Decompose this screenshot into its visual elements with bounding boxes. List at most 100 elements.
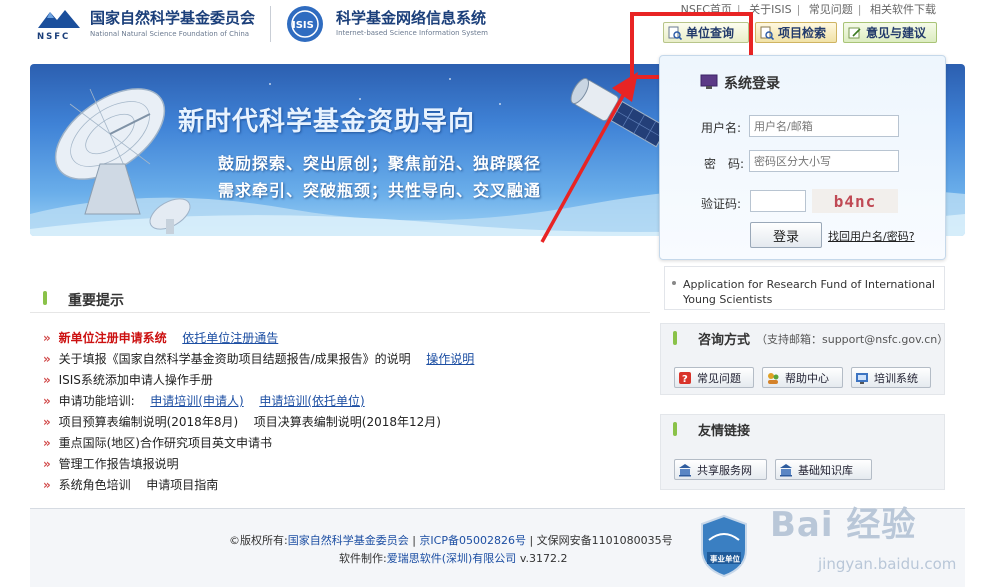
final-accounts-instructions-link[interactable]: 项目决算表编制说明(2018年12月) (254, 415, 441, 429)
consult-email: （支持邮箱：support@nsfc.gov.cn） (756, 333, 949, 346)
help-people-icon (768, 372, 779, 384)
operation-guide-link[interactable]: 操作说明 (426, 352, 474, 366)
role-training-link[interactable]: 系统角色培训 (59, 478, 131, 492)
notice-item: » 管理工作报告填报说明 (43, 455, 179, 472)
arrow-bullet-icon: » (43, 373, 51, 387)
header-divider (270, 6, 271, 42)
footer-copyright: ©版权所有:国家自然科学基金委员会 | 京ICP备05002826号 | 文保网… (229, 534, 673, 547)
notice-item: » 系统角色培训 申请项目指南 (43, 476, 218, 493)
shared-service-label: 共享服务网 (697, 463, 752, 477)
baidu-watermark: Bai 经验 (770, 505, 917, 545)
nsfc-logo: NSFC (36, 10, 82, 42)
arrow-bullet-icon: » (43, 457, 51, 471)
footer-owner-link[interactable]: 国家自然科学基金委员会 (288, 534, 409, 547)
isis-logo-text: ISIS (292, 20, 314, 31)
isis-name-en: Internet-based Science Information Syste… (336, 29, 488, 37)
nsfc-name: 国家自然科学基金委员会 (90, 9, 256, 27)
add-applicant-manual-link[interactable]: ISIS系统添加申请人操作手册 (59, 373, 213, 387)
training-icon (856, 372, 868, 384)
feedback-label: 意见与建议 (866, 26, 927, 40)
question-icon: ? (679, 371, 691, 385)
login-title: 系统登录 (724, 76, 780, 92)
captcha-input[interactable] (750, 190, 806, 212)
banner-slogan-line2: 需求牵引、突破瓶颈；共性导向、交叉融通 (218, 181, 542, 200)
building-icon (780, 463, 792, 476)
footer-maker-link[interactable]: 爱瑞思软件(深圳)有限公司 (387, 552, 517, 565)
arrow-bullet-icon: » (43, 394, 51, 408)
unit-training-link[interactable]: 申请培训(依托单位) (259, 394, 364, 408)
international-cooperation-link[interactable]: 重点国际(地区)合作研究项目英文申请书 (59, 436, 272, 450)
project-guide-link[interactable]: 申请项目指南 (146, 478, 218, 492)
friend-links-title: 友情链接 (698, 424, 751, 439)
training-system-button[interactable]: 培训系统 (851, 367, 931, 388)
edit-note-icon (848, 27, 861, 38)
captcha-image[interactable]: b4nc (812, 189, 898, 213)
notice-item: » 关于填报《国家自然科学基金资助项目结题报告/成果报告》的说明 操作说明 (43, 350, 474, 367)
new-unit-registration-link[interactable]: 新单位注册申请系统 (59, 331, 167, 345)
annotation-arrow-icon (540, 72, 638, 243)
project-search-label: 项目检索 (778, 26, 827, 40)
banner-slogan-line1: 鼓励探索、突出原创；聚焦前沿、独辟蹊径 (218, 154, 542, 173)
faq-button[interactable]: ? 常见问题 (674, 367, 754, 388)
feedback-button[interactable]: 意见与建议 (843, 22, 937, 43)
arrow-bullet-icon: » (43, 436, 51, 450)
applicant-training-link[interactable]: 申请培训(申请人) (150, 394, 243, 408)
svg-text:?: ? (682, 374, 688, 385)
arrow-bullet-icon: » (43, 415, 51, 429)
help-center-button[interactable]: 帮助中心 (762, 367, 843, 388)
badge-label: 事业单位 (710, 554, 740, 564)
login-monitor-icon (700, 74, 718, 89)
shared-service-button[interactable]: 共享服务网 (674, 459, 767, 480)
top-link-separator: | (857, 3, 862, 16)
management-report-link[interactable]: 管理工作报告填报说明 (59, 457, 179, 471)
consult-title: 咨询方式 (698, 333, 751, 348)
satellite-dish-icon (54, 88, 166, 215)
help-center-label: 帮助中心 (785, 371, 829, 385)
isis-logo: ISIS (287, 6, 323, 42)
section-marker (673, 331, 677, 345)
young-scientists-link[interactable]: Application for Research Fund of Interna… (683, 277, 938, 307)
nsfc-name-en: National Natural Science Foundation of C… (90, 30, 250, 38)
knowledge-base-button[interactable]: 基础知识库 (775, 459, 872, 480)
training-system-label: 培训系统 (874, 371, 918, 385)
baidu-watermark-url: jingyan.baidu.com (818, 555, 957, 573)
banner-title: 新时代科学基金资助导向 (178, 107, 476, 137)
training-label: 申请功能培训: (58, 394, 135, 408)
notice-item: » 项目预算表编制说明(2018年8月) 项目决算表编制说明(2018年12月) (43, 413, 441, 430)
magnifier-document-icon (760, 26, 774, 40)
project-search-button[interactable]: 项目检索 (755, 22, 837, 43)
notices-title: 重要提示 (68, 293, 124, 309)
login-button[interactable]: 登录 (750, 222, 822, 248)
public-institution-badge-icon[interactable]: 事业单位 (699, 514, 749, 578)
captcha-label: 验证码: (701, 197, 742, 211)
bullet-dot (672, 281, 676, 285)
captcha-image-text: b4nc (833, 191, 877, 211)
password-input[interactable] (749, 150, 899, 172)
arrow-bullet-icon: » (43, 331, 51, 345)
top-link-separator: | (796, 3, 801, 16)
forgot-credentials-link[interactable]: 找回用户名/密码? (828, 228, 915, 244)
building-icon (679, 463, 691, 476)
footer-police: 文保网安备1101080035号 (536, 534, 673, 547)
top-link-about-isis[interactable]: 关于ISIS (749, 3, 791, 16)
top-link-software-download[interactable]: 相关软件下载 (870, 3, 936, 16)
knowledge-base-label: 基础知识库 (798, 463, 853, 477)
username-input[interactable] (749, 115, 899, 137)
isis-name: 科学基金网络信息系统 (336, 9, 487, 27)
unit-registration-notice-link[interactable]: 依托单位注册通告 (182, 331, 278, 345)
arrow-bullet-icon: » (43, 352, 51, 366)
footer-version: v.3172.2 (519, 552, 568, 565)
budget-instructions-link[interactable]: 项目预算表编制说明(2018年8月) (59, 415, 239, 429)
faq-label: 常见问题 (697, 371, 741, 385)
top-link-faq[interactable]: 常见问题 (809, 3, 853, 16)
report-instructions-link[interactable]: 关于填报《国家自然科学基金资助项目结题报告/成果报告》的说明 (59, 352, 411, 366)
divider (30, 312, 650, 313)
username-label: 用户名: (701, 121, 742, 135)
footer-icp-link[interactable]: 京ICP备05002826号 (419, 534, 526, 547)
notice-item: » ISIS系统添加申请人操作手册 (43, 371, 213, 388)
notice-item: » 重点国际(地区)合作研究项目英文申请书 (43, 434, 272, 451)
footer-maker: 软件制作:爱瑞思软件(深圳)有限公司 v.3172.2 (339, 552, 568, 565)
arrow-bullet-icon: » (43, 478, 51, 492)
password-label: 密 码: (704, 157, 745, 171)
notice-item: » 申请功能培训: 申请培训(申请人) 申请培训(依托单位) (43, 392, 365, 409)
